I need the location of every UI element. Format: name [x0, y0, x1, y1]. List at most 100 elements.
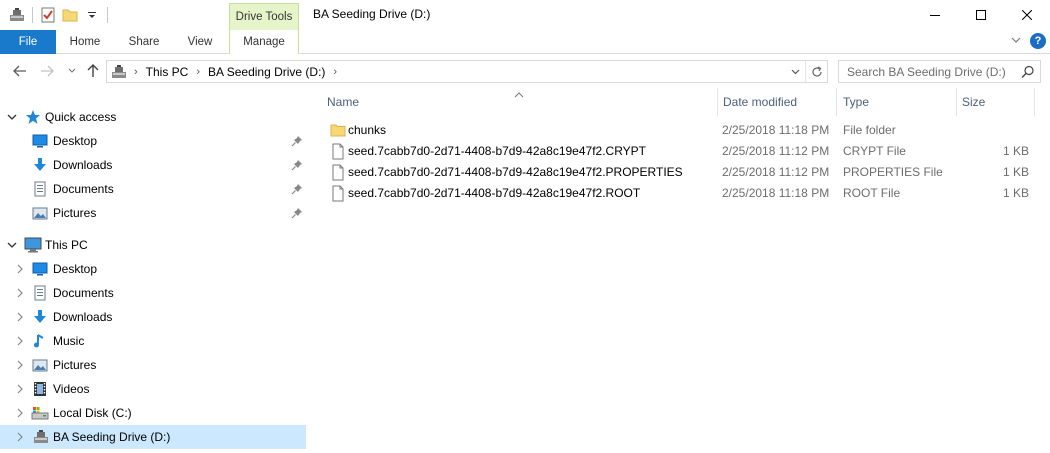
nav-pc-videos[interactable]: Videos: [0, 377, 306, 401]
chevron-right-icon[interactable]: [14, 335, 26, 347]
address-bar[interactable]: › This PC › BA Seeding Drive (D:) ›: [106, 60, 828, 83]
chevron-down-icon[interactable]: [6, 239, 18, 251]
nav-pc-local-disk-c[interactable]: Local Disk (C:): [0, 401, 306, 425]
address-dropdown-button[interactable]: [785, 61, 805, 82]
nav-pc-music[interactable]: Music: [0, 329, 306, 353]
local-disk-icon: [31, 405, 49, 421]
nav-quick-access[interactable]: Quick access: [0, 105, 306, 129]
file-type: PROPERTIES File: [843, 165, 943, 179]
nav-quick-downloads[interactable]: Downloads: [0, 153, 306, 177]
downloads-icon: [32, 157, 48, 173]
column-divider[interactable]: [717, 88, 718, 116]
chevron-right-icon[interactable]: [14, 287, 26, 299]
breadcrumb-this-pc[interactable]: This PC: [146, 65, 189, 79]
search-input[interactable]: Search BA Seeding Drive (D:): [838, 60, 1041, 83]
quick-access-toolbar: [6, 5, 112, 25]
tab-home[interactable]: Home: [58, 30, 112, 54]
file-icon: [330, 185, 346, 202]
nav-label: Pictures: [53, 206, 97, 220]
column-divider[interactable]: [836, 88, 837, 116]
breadcrumb-chevron-icon[interactable]: ›: [196, 66, 200, 78]
recent-locations-button[interactable]: [62, 62, 82, 80]
breadcrumb-current-drive[interactable]: BA Seeding Drive (D:): [208, 65, 325, 79]
tab-view[interactable]: View: [174, 30, 226, 54]
nav-pc-downloads[interactable]: Downloads: [0, 305, 306, 329]
minimize-button[interactable]: [912, 0, 958, 29]
close-icon: [1022, 9, 1032, 20]
nav-label: Downloads: [53, 310, 113, 324]
file-icon: [330, 164, 346, 181]
expand-ribbon-chevron-icon[interactable]: [1010, 34, 1022, 49]
file-name: seed.7cabb7d0-2d71-4408-b7d9-42a8c19e47f…: [348, 144, 647, 158]
file-row[interactable]: seed.7cabb7d0-2d71-4408-b7d9-42a8c19e47f…: [318, 162, 1038, 183]
file-date-modified: 2/25/2018 11:12 PM: [722, 144, 830, 158]
minimize-icon: [930, 14, 940, 16]
refresh-icon: [811, 65, 822, 77]
file-row[interactable]: chunks 2/25/2018 11:18 PM File folder: [318, 120, 1038, 141]
music-icon: [32, 333, 48, 349]
breadcrumb-chevron-icon[interactable]: ›: [333, 66, 337, 78]
nav-label: Documents: [53, 182, 114, 196]
qat-separator: [32, 7, 33, 23]
nav-quick-documents[interactable]: Documents: [0, 177, 306, 201]
up-button[interactable]: [83, 62, 103, 80]
pin-icon[interactable]: [291, 159, 303, 171]
drive-icon[interactable]: [6, 5, 28, 25]
new-folder-icon[interactable]: [59, 5, 81, 25]
navigation-pane: Quick access Desktop Downloads Documents: [0, 98, 308, 453]
file-name: chunks: [348, 123, 387, 137]
nav-this-pc[interactable]: This PC: [0, 233, 306, 257]
properties-icon[interactable]: [37, 5, 59, 25]
chevron-right-icon[interactable]: [14, 407, 26, 419]
customize-qat-icon[interactable]: [81, 5, 103, 25]
pictures-icon: [32, 357, 48, 373]
column-header-date-modified[interactable]: Date modified: [723, 88, 833, 116]
chevron-right-icon[interactable]: [14, 359, 26, 371]
nav-pc-pictures[interactable]: Pictures: [0, 353, 306, 377]
tab-file[interactable]: File: [0, 30, 56, 54]
folder-icon: [330, 122, 346, 139]
tab-manage[interactable]: Manage: [229, 30, 299, 55]
chevron-right-icon[interactable]: [14, 431, 26, 443]
breadcrumb-chevron-icon[interactable]: ›: [134, 66, 138, 78]
nav-pc-ba-seeding-drive[interactable]: BA Seeding Drive (D:): [0, 425, 306, 449]
pin-icon[interactable]: [291, 207, 303, 219]
chevron-right-icon[interactable]: [14, 383, 26, 395]
search-icon[interactable]: [1020, 64, 1036, 80]
chevron-down-icon[interactable]: [6, 111, 18, 123]
drive-tools-context-tab: Drive Tools: [229, 3, 299, 30]
computer-icon: [24, 237, 42, 253]
close-button[interactable]: [1004, 0, 1050, 29]
chevron-down-icon: [791, 69, 799, 74]
forward-button[interactable]: [37, 62, 57, 80]
refresh-button[interactable]: [805, 61, 827, 82]
pin-icon[interactable]: [291, 135, 303, 147]
help-button[interactable]: ?: [1030, 33, 1046, 49]
chevron-right-icon[interactable]: [14, 263, 26, 275]
usb-drive-icon: [32, 429, 48, 445]
column-header-size[interactable]: Size: [962, 88, 1032, 116]
file-date-modified: 2/25/2018 11:18 PM: [722, 123, 830, 137]
file-row[interactable]: seed.7cabb7d0-2d71-4408-b7d9-42a8c19e47f…: [318, 141, 1038, 162]
nav-label: Local Disk (C:): [53, 406, 132, 420]
nav-pc-documents[interactable]: Documents: [0, 281, 306, 305]
nav-label: Documents: [53, 286, 114, 300]
title-bar: Drive Tools BA Seeding Drive (D:): [0, 0, 1050, 30]
column-header-name[interactable]: Name: [327, 88, 717, 116]
back-button[interactable]: [10, 62, 30, 80]
pin-icon[interactable]: [291, 183, 303, 195]
column-divider[interactable]: [956, 88, 957, 116]
file-size: 1 KB: [1002, 165, 1029, 179]
chevron-down-icon: [68, 68, 76, 73]
column-divider[interactable]: [1034, 88, 1035, 116]
file-size: 1 KB: [1002, 186, 1029, 200]
tab-share[interactable]: Share: [116, 30, 172, 54]
nav-quick-desktop[interactable]: Desktop: [0, 129, 306, 153]
file-row[interactable]: seed.7cabb7d0-2d71-4408-b7d9-42a8c19e47f…: [318, 183, 1038, 204]
maximize-button[interactable]: [958, 0, 1004, 29]
nav-pc-desktop[interactable]: Desktop: [0, 257, 306, 281]
column-header-type[interactable]: Type: [843, 88, 953, 116]
ribbon-right-controls: ?: [1010, 33, 1046, 49]
chevron-right-icon[interactable]: [14, 311, 26, 323]
nav-quick-pictures[interactable]: Pictures: [0, 201, 306, 225]
